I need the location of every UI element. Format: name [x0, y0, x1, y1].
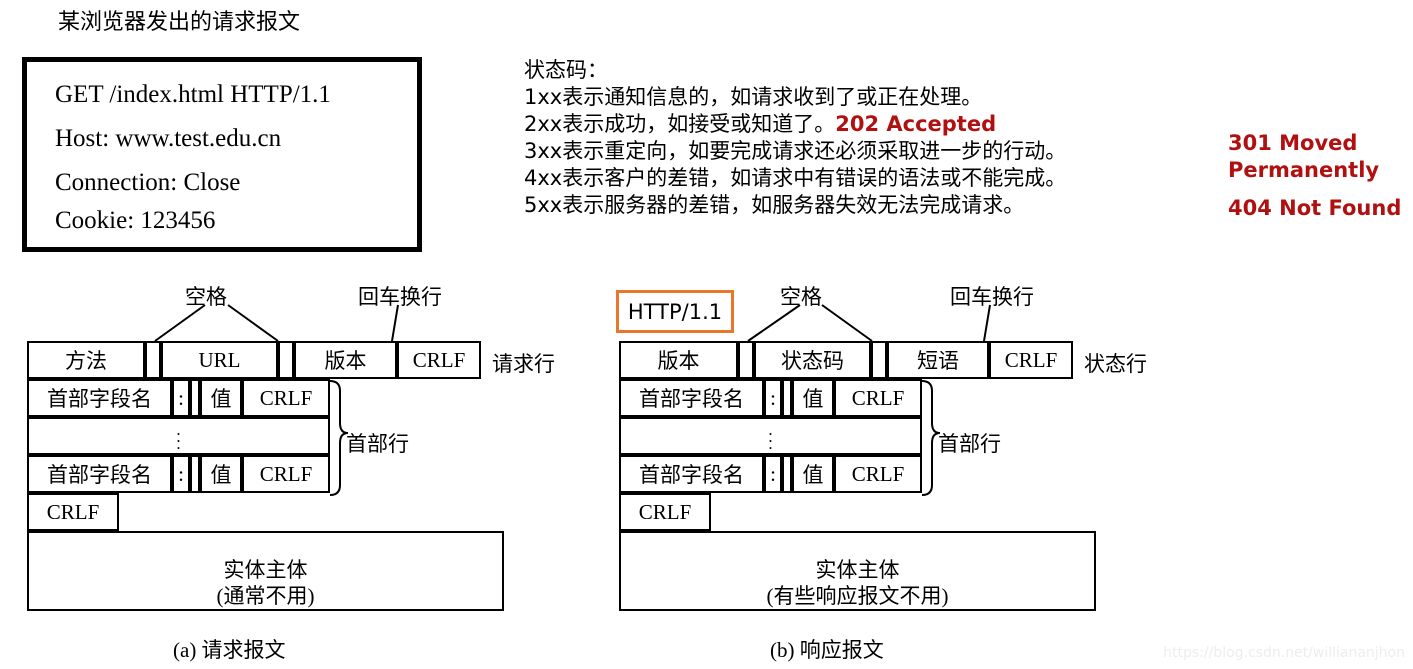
- request-version-cell: 版本: [294, 341, 397, 379]
- csdn-watermark: https://blog.csdn.net/williananjhon: [1163, 645, 1405, 661]
- request-ellipsis-row: ...: [27, 417, 330, 455]
- request-crlf-cell: CRLF: [397, 341, 481, 379]
- response-entity-body-note: (有些响应报文不用): [766, 584, 949, 608]
- vertical-ellipsis-icon: ...: [176, 419, 181, 453]
- request-blank-line-crlf-cell: CRLF: [27, 493, 119, 531]
- request-colon-cell-1: :: [172, 379, 190, 417]
- request-method-cell: 方法: [27, 341, 145, 379]
- response-header-lines-label: 首部行: [938, 432, 1001, 456]
- request-space-cell-4: [190, 455, 200, 493]
- request-crlf-label: 回车换行: [358, 285, 442, 309]
- response-status-code-cell: 状态码: [754, 341, 871, 379]
- request-value-cell-2: 值: [200, 455, 242, 493]
- sample-request-line-1: GET /index.html HTTP/1.1: [55, 81, 331, 108]
- response-ellipsis-row: ...: [619, 417, 922, 455]
- status-code-2xx-text: 2xx表示成功，如接受或知道了。: [524, 112, 836, 136]
- response-colon-cell-2: :: [764, 455, 782, 493]
- response-colon-cell-1: :: [764, 379, 782, 417]
- sample-request-line-2: Host: www.test.edu.cn: [55, 125, 282, 152]
- response-header-name-cell-2: 首部字段名: [619, 455, 764, 493]
- response-header-crlf-cell-1: CRLF: [834, 379, 922, 417]
- request-header-lines-label: 首部行: [346, 432, 409, 456]
- request-space-label: 空格: [185, 285, 227, 309]
- request-line-label: 请求行: [492, 352, 555, 376]
- status-code-301-line2: Permanently: [1228, 158, 1380, 182]
- status-code-heading: 状态码：: [524, 58, 608, 82]
- response-entity-body-cell: 实体主体 (有些响应报文不用): [619, 531, 1096, 611]
- response-diagram-caption: (b) 响应报文: [770, 638, 884, 662]
- status-code-404-not-found: 404 Not Found: [1228, 196, 1402, 220]
- response-crlf-cell: CRLF: [989, 341, 1073, 379]
- request-header-name-cell-2: 首部字段名: [27, 455, 172, 493]
- response-http-version-annotation: HTTP/1.1: [616, 290, 734, 333]
- request-entity-body-title: 实体主体: [223, 558, 308, 582]
- response-space-cell-4: [782, 455, 792, 493]
- request-space-cell-2: [278, 341, 294, 379]
- response-space-cell-1: [738, 341, 754, 379]
- status-code-202-accepted: 202 Accepted: [835, 112, 997, 136]
- response-phrase-cell: 短语: [887, 341, 989, 379]
- response-value-cell-2: 值: [792, 455, 834, 493]
- status-code-301-line1: 301 Moved: [1228, 131, 1358, 155]
- status-code-line-5xx: 5xx表示服务器的差错，如服务器失效无法完成请求。: [524, 193, 1025, 217]
- status-code-line-1xx: 1xx表示通知信息的，如请求收到了或正在处理。: [524, 85, 983, 109]
- response-space-cell-2: [871, 341, 887, 379]
- response-space-cell-3: [782, 379, 792, 417]
- response-status-line-label: 状态行: [1084, 352, 1147, 376]
- request-header-name-cell-1: 首部字段名: [27, 379, 172, 417]
- status-code-line-4xx: 4xx表示客户的差错，如请求中有错误的语法或不能完成。: [524, 166, 1067, 190]
- response-crlf-label: 回车换行: [950, 285, 1034, 309]
- sample-request-box: GET /index.html HTTP/1.1 Host: www.test.…: [22, 57, 422, 252]
- request-diagram-caption: (a) 请求报文: [173, 638, 286, 662]
- request-value-cell-1: 值: [200, 379, 242, 417]
- request-entity-body-note: (通常不用): [216, 584, 315, 608]
- response-header-crlf-cell-2: CRLF: [834, 455, 922, 493]
- status-code-line-3xx: 3xx表示重定向，如要完成请求还必须采取进一步的行动。: [524, 139, 1067, 163]
- status-code-301-moved-permanently: 301 Moved Permanently: [1228, 130, 1379, 184]
- vertical-ellipsis-icon: ...: [768, 419, 773, 453]
- request-entity-body-cell: 实体主体 (通常不用): [27, 531, 504, 611]
- request-space-cell-1: [145, 341, 161, 379]
- response-header-name-cell-1: 首部字段名: [619, 379, 764, 417]
- response-value-cell-1: 值: [792, 379, 834, 417]
- request-colon-cell-2: :: [172, 455, 190, 493]
- sample-request-line-3: Connection: Close: [55, 169, 241, 196]
- sample-request-title: 某浏览器发出的请求报文: [58, 9, 301, 34]
- request-header-crlf-cell-1: CRLF: [242, 379, 330, 417]
- response-entity-body-title: 实体主体: [815, 558, 900, 582]
- request-space-cell-3: [190, 379, 200, 417]
- response-blank-line-crlf-cell: CRLF: [619, 493, 711, 531]
- request-url-cell: URL: [161, 341, 278, 379]
- response-space-label: 空格: [780, 285, 822, 309]
- response-version-cell: 版本: [619, 341, 738, 379]
- status-code-line-2xx: 2xx表示成功，如接受或知道了。202 Accepted: [524, 112, 996, 137]
- request-header-crlf-cell-2: CRLF: [242, 455, 330, 493]
- sample-request-line-4: Cookie: 123456: [55, 207, 216, 234]
